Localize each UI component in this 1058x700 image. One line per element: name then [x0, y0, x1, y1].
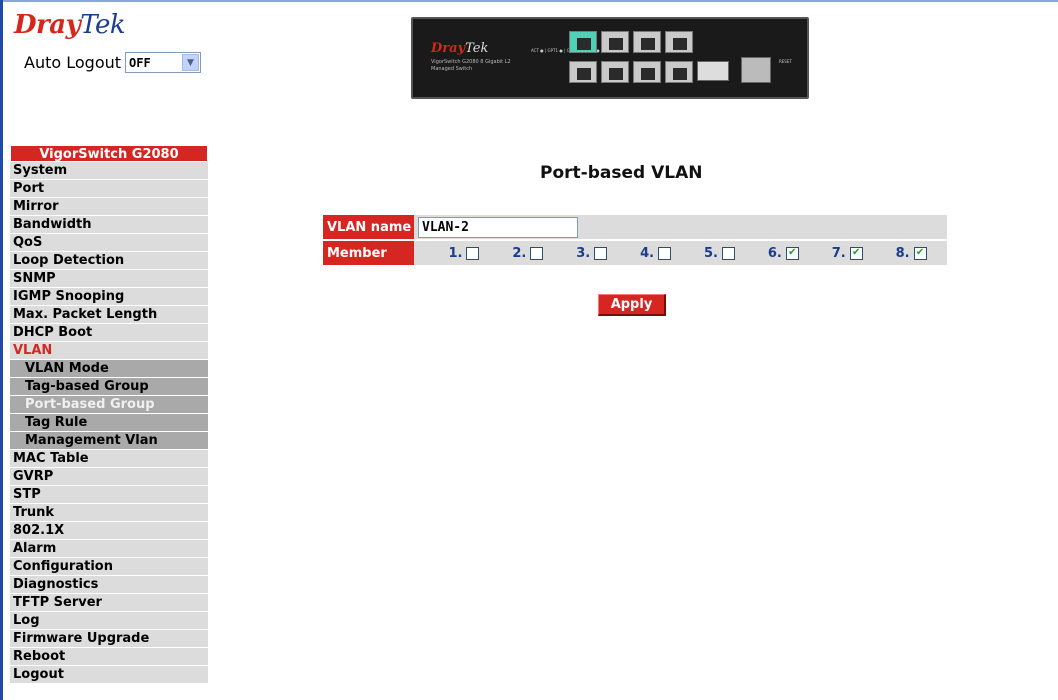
member-port-1: 1.	[448, 245, 480, 261]
sidebar-item-bandwidth[interactable]: Bandwidth	[10, 216, 208, 234]
member-port-2: 2.	[512, 245, 544, 261]
vlan-name-label: VLAN name	[323, 215, 414, 239]
auto-logout-value: OFF	[129, 55, 151, 70]
device-port-5	[633, 31, 661, 53]
member-port-checkbox[interactable]: ✔	[913, 246, 927, 260]
sidebar-item-stp[interactable]: STP	[10, 486, 208, 504]
member-port-checkbox[interactable]	[466, 246, 480, 260]
sidebar-item-tftp-server[interactable]: TFTP Server	[10, 594, 208, 612]
page-title: Port-based VLAN	[540, 163, 703, 183]
device-logo: DrayTek	[431, 41, 489, 56]
sidebar-item-max-packet-length[interactable]: Max. Packet Length	[10, 306, 208, 324]
device-port-8	[665, 61, 693, 83]
sidebar-item-dhcp-boot[interactable]: DHCP Boot	[10, 324, 208, 342]
device-subtitle: VigorSwitch G2080 8 Gigabit L2 Managed S…	[431, 59, 511, 72]
member-port-checkbox[interactable]: ✔	[785, 246, 799, 260]
member-checkbox-list: 1. 2. 3. 4. 5. 6. ✔ 7. ✔ 8. ✔	[414, 246, 947, 261]
member-port-3: 3.	[576, 245, 608, 261]
vlan-name-row: VLAN name VLAN-2	[323, 215, 947, 239]
member-port-label: 2.	[512, 245, 527, 261]
device-sfp-port	[697, 61, 729, 81]
sidebar-item-mirror[interactable]: Mirror	[10, 198, 208, 216]
sidebar-header: VigorSwitch G2080	[10, 145, 208, 162]
member-port-label: 4.	[640, 245, 655, 261]
sidebar-item-vlan[interactable]: VLAN	[10, 342, 208, 360]
member-port-label: 6.	[767, 245, 782, 261]
apply-button[interactable]: Apply	[598, 294, 666, 316]
member-port-checkbox[interactable]	[530, 246, 544, 260]
member-row: Member 1. 2. 3. 4. 5. 6. ✔ 7. ✔ 8. ✔	[323, 241, 947, 265]
member-port-7: 7. ✔	[832, 246, 863, 261]
member-port-checkbox[interactable]	[594, 246, 608, 260]
sidebar-item-loop-detection[interactable]: Loop Detection	[10, 252, 208, 270]
sidebar-item-trunk[interactable]: Trunk	[10, 504, 208, 522]
sidebar-subitem-tag-rule[interactable]: Tag Rule	[10, 414, 208, 432]
left-border	[0, 0, 3, 700]
sidebar-item-system[interactable]: System	[10, 162, 208, 180]
auto-logout: Auto Logout OFF ▼	[24, 52, 202, 73]
vlan-name-input[interactable]: VLAN-2	[418, 216, 578, 238]
sidebar-subitem-tag-based-group[interactable]: Tag-based Group	[10, 378, 208, 396]
device-port-3	[601, 31, 629, 53]
sidebar-subitem-port-based-group[interactable]: Port-based Group	[10, 396, 208, 414]
auto-logout-label: Auto Logout	[24, 53, 122, 72]
sidebar-item-igmp-snooping[interactable]: IGMP Snooping	[10, 288, 208, 306]
device-port-4	[601, 61, 629, 83]
sidebar-subitem-vlan-mode[interactable]: VLAN Mode	[10, 360, 208, 378]
device-reset-label: RESET	[779, 59, 792, 64]
sidebar-subitem-management-vlan[interactable]: Management Vlan	[10, 432, 208, 450]
device-port-7	[665, 31, 693, 53]
member-label: Member	[323, 241, 414, 265]
member-port-5: 5.	[704, 246, 735, 261]
sidebar-item-firmware-upgrade[interactable]: Firmware Upgrade	[10, 630, 208, 648]
member-port-label: 8.	[895, 245, 910, 261]
sidebar-item-diagnostics[interactable]: Diagnostics	[10, 576, 208, 594]
member-cell: 1. 2. 3. 4. 5. 6. ✔ 7. ✔ 8. ✔	[414, 241, 947, 265]
device-image: DrayTek VigorSwitch G2080 8 Gigabit L2 M…	[411, 17, 809, 99]
sidebar-item-log[interactable]: Log	[10, 612, 208, 630]
device-port-6	[633, 61, 661, 83]
sidebar-item-qos[interactable]: QoS	[10, 234, 208, 252]
device-sfp-slot	[741, 57, 771, 83]
draytek-logo: DrayTek	[14, 10, 126, 40]
sidebar-item-alarm[interactable]: Alarm	[10, 540, 208, 558]
member-port-label: 7.	[831, 245, 846, 261]
sidebar-item-8021x[interactable]: 802.1X	[10, 522, 208, 540]
auto-logout-select[interactable]: OFF ▼	[125, 52, 202, 73]
member-port-label: 1.	[448, 245, 463, 261]
device-port-2	[569, 61, 597, 83]
member-port-checkbox[interactable]: ✔	[849, 246, 863, 260]
sidebar-item-reboot[interactable]: Reboot	[10, 648, 208, 666]
chevron-down-icon[interactable]: ▼	[182, 54, 200, 71]
member-port-label: 5.	[703, 245, 718, 261]
sidebar-item-configuration[interactable]: Configuration	[10, 558, 208, 576]
top-border	[0, 0, 1058, 2]
sidebar-item-snmp[interactable]: SNMP	[10, 270, 208, 288]
sidebar-menu: VigorSwitch G2080 System Port Mirror Ban…	[10, 145, 208, 684]
vlan-name-cell: VLAN-2	[414, 215, 947, 239]
vlan-form-table: VLAN name VLAN-2 Member 1. 2. 3. 4. 5. 6…	[323, 213, 947, 267]
member-port-6: 6. ✔	[768, 246, 799, 261]
member-port-checkbox[interactable]	[721, 246, 735, 260]
sidebar-item-logout[interactable]: Logout	[10, 666, 208, 684]
member-port-label: 3.	[576, 245, 591, 261]
sidebar-item-gvrp[interactable]: GVRP	[10, 468, 208, 486]
member-port-4: 4.	[640, 245, 672, 261]
sidebar-item-mac-table[interactable]: MAC Table	[10, 450, 208, 468]
device-port-1	[569, 31, 597, 53]
member-port-checkbox[interactable]	[658, 246, 672, 260]
member-port-8: 8. ✔	[896, 246, 927, 261]
sidebar-item-port[interactable]: Port	[10, 180, 208, 198]
